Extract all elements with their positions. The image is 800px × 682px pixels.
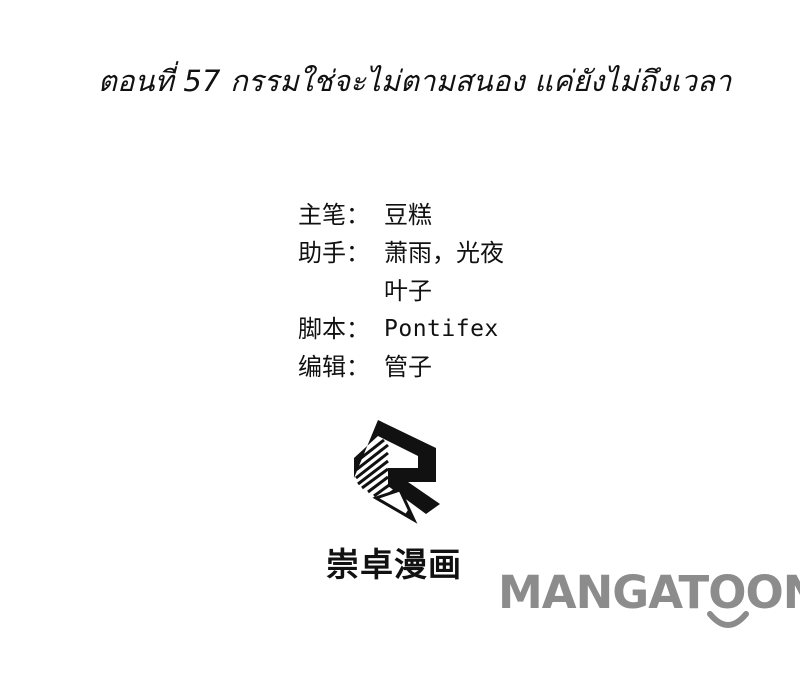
credit-row-lead-artist: 主笔： 豆糕 bbox=[298, 196, 504, 234]
credit-role: 编辑： bbox=[298, 353, 370, 381]
credit-row-assistants: 助手： 萧雨，光夜 bbox=[298, 234, 504, 272]
credit-value: Pontifex bbox=[384, 316, 499, 342]
credit-value: 萧雨，光夜 bbox=[384, 239, 504, 267]
credit-value: 管子 bbox=[384, 353, 432, 381]
credit-row-script: 脚本： Pontifex bbox=[298, 310, 504, 348]
studio-logo-icon bbox=[348, 418, 448, 528]
smile-icon bbox=[707, 611, 749, 628]
chapter-title: ตอนที่ 57 กรรมใช่จะไม่ตามสนอง แค่ยังไม่ถ… bbox=[98, 64, 732, 98]
credit-role bbox=[298, 272, 384, 310]
mangatoon-watermark: MANGATOON bbox=[498, 566, 800, 636]
credit-value: 豆糕 bbox=[384, 201, 432, 229]
credit-row-editor: 编辑： 管子 bbox=[298, 348, 504, 386]
credits-block: 主笔： 豆糕 助手： 萧雨，光夜 叶子 脚本： Pontifex 编辑： 管子 bbox=[298, 196, 504, 386]
credit-role: 助手： bbox=[298, 239, 370, 267]
credit-role: 主笔： bbox=[298, 201, 370, 229]
studio-name: 崇卓漫画 bbox=[326, 545, 462, 584]
credit-value: 叶子 bbox=[384, 277, 432, 305]
credit-row-assistants-continued: 叶子 bbox=[298, 272, 504, 310]
credit-role: 脚本： bbox=[298, 315, 370, 343]
watermark-text: MANGATOON bbox=[498, 566, 800, 619]
